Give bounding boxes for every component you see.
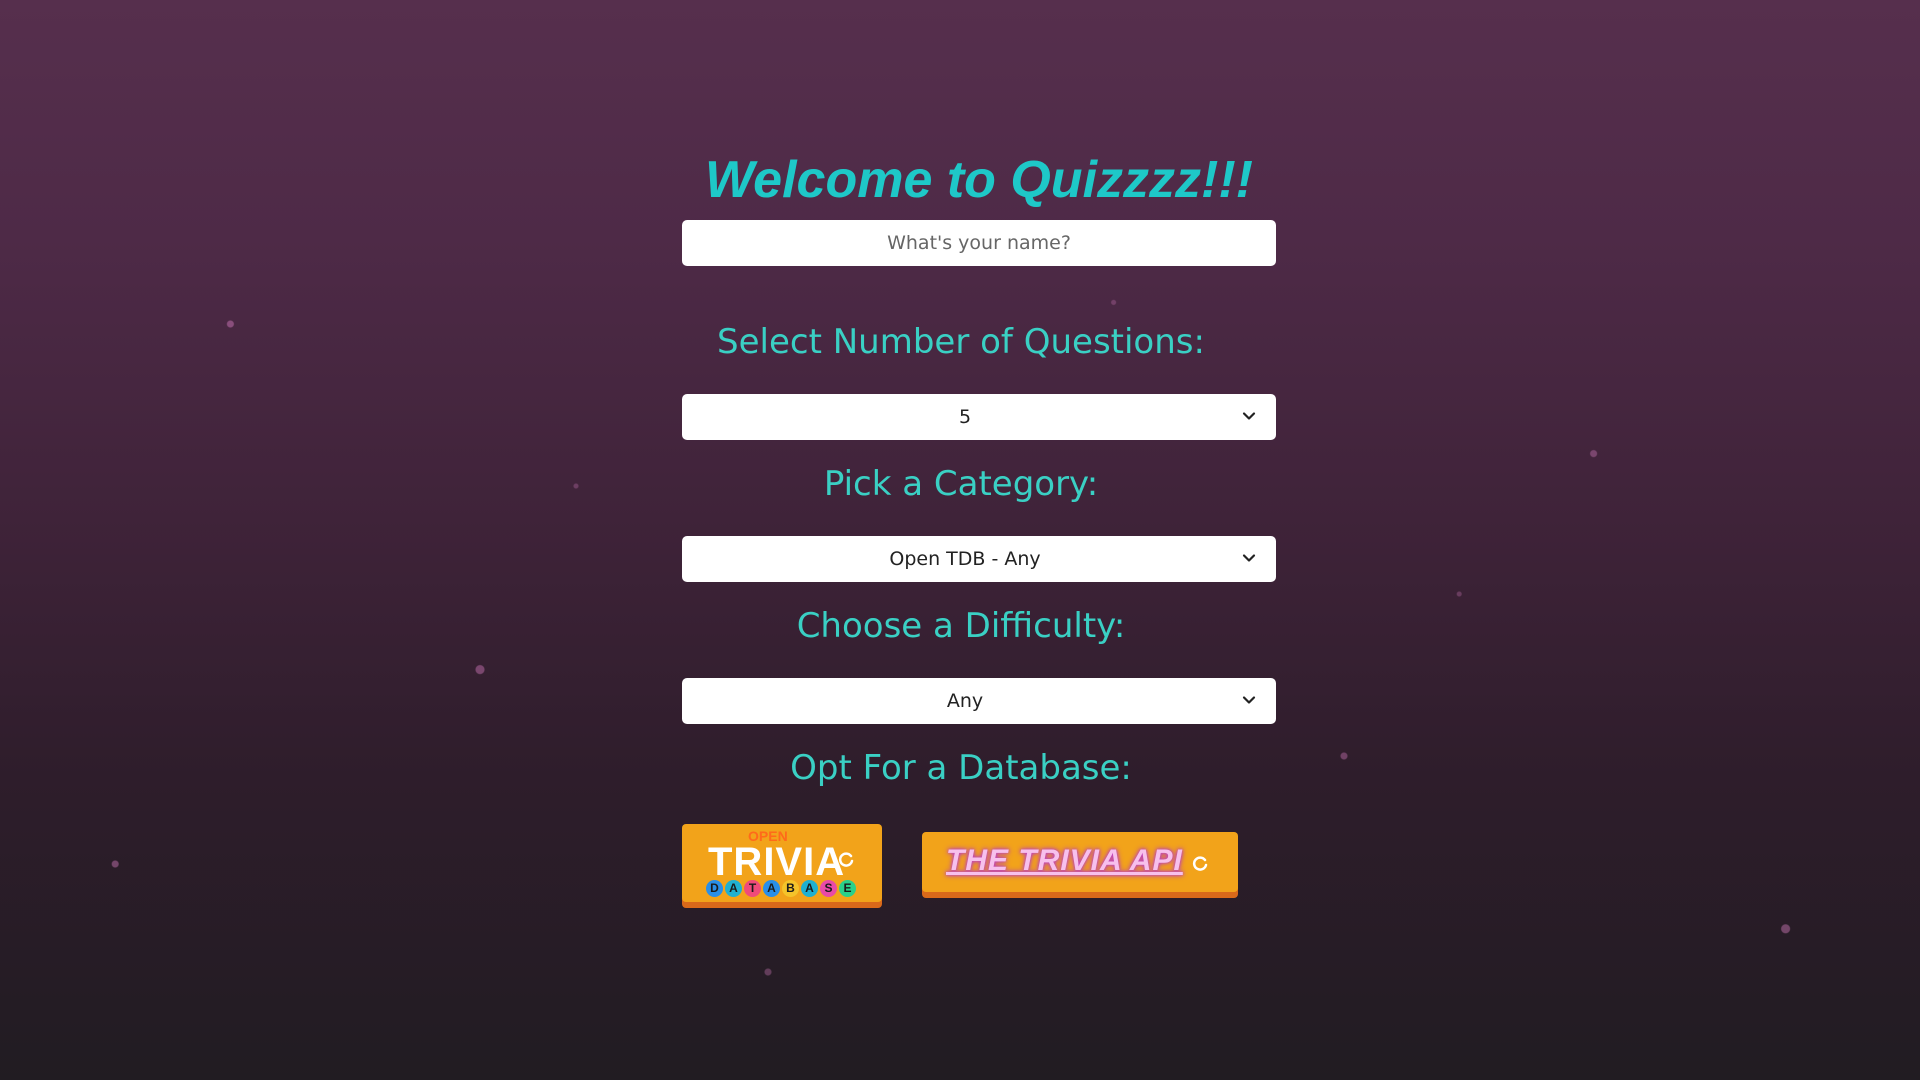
otdb-logo-main: TRIVIA	[708, 840, 846, 884]
otdb-logo-letter: D	[706, 880, 723, 897]
questions-select[interactable]: 5	[682, 394, 1276, 440]
loading-spinner-icon	[838, 852, 854, 867]
page-title: Welcome to Quizzzz!!!	[705, 151, 1253, 209]
category-select-value: Open TDB - Any	[889, 548, 1041, 570]
difficulty-select[interactable]: Any	[682, 678, 1276, 724]
database-label: Opt For a Database:	[790, 748, 1132, 788]
category-select[interactable]: Open TDB - Any	[682, 536, 1276, 582]
chevron-down-icon	[1242, 412, 1256, 420]
otdb-logo-letter: A	[801, 880, 818, 897]
database-options: OPEN TRIVIA DATABASE THE TRIVIA API	[682, 824, 1276, 902]
otdb-logo-letter: S	[820, 880, 837, 897]
difficulty-label: Choose a Difficulty:	[796, 606, 1126, 646]
otdb-logo-letters: DATABASE	[706, 880, 856, 897]
loading-spinner-icon	[1192, 856, 1208, 871]
otdb-logo-letter: A	[763, 880, 780, 897]
chevron-down-icon	[1242, 554, 1256, 562]
quiz-setup-form: Welcome to Quizzzz!!! Select Number of Q…	[682, 150, 1276, 902]
open-trivia-db-button[interactable]: OPEN TRIVIA DATABASE	[682, 824, 882, 902]
chevron-down-icon	[1242, 696, 1256, 704]
the-trivia-api-button[interactable]: THE TRIVIA API	[922, 832, 1238, 892]
questions-select-value: 5	[958, 406, 972, 428]
otdb-logo-letter: B	[782, 880, 799, 897]
otdb-logo-letter: E	[839, 880, 856, 897]
difficulty-select-value: Any	[946, 690, 984, 712]
otdb-logo-letter: A	[725, 880, 742, 897]
trivia-api-logo-text: THE TRIVIA API	[946, 844, 1183, 877]
name-input[interactable]	[682, 220, 1276, 266]
category-label: Pick a Category:	[823, 464, 1099, 504]
otdb-logo-letter: T	[744, 880, 761, 897]
questions-label: Select Number of Questions:	[717, 322, 1205, 362]
